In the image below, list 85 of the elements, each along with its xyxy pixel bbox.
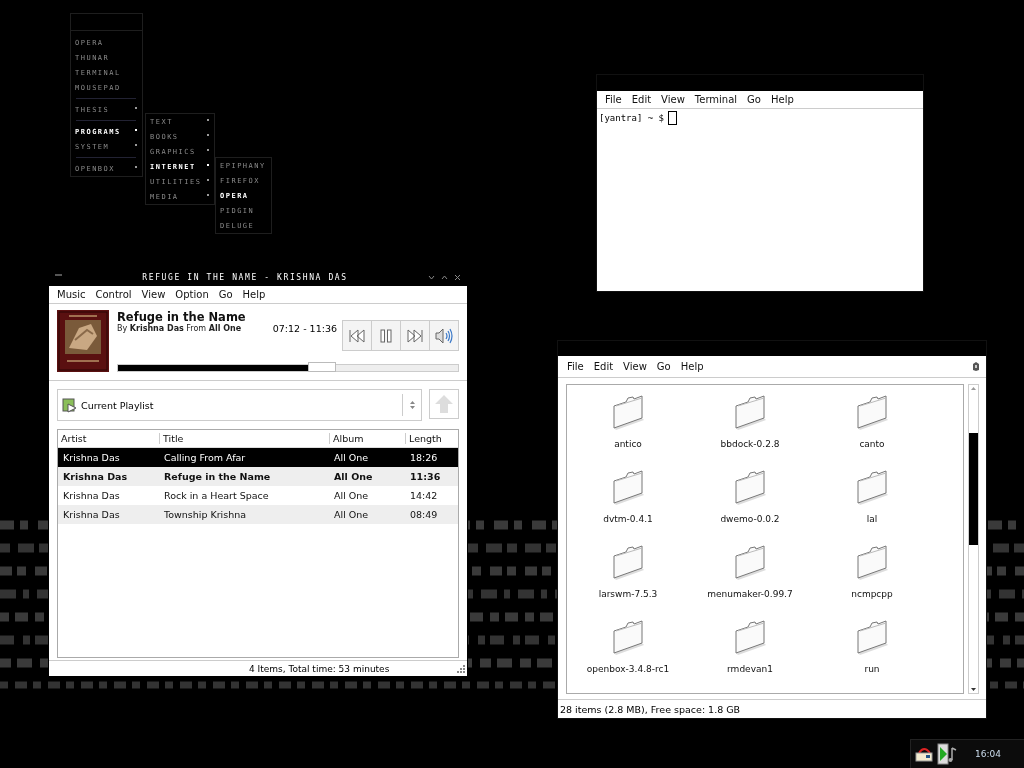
table-cell-text: Krishna Das: [62, 452, 121, 463]
text-cursor: [668, 111, 678, 125]
resize-grip-icon[interactable]: [457, 664, 465, 673]
folder-item[interactable]: canto: [811, 394, 933, 469]
folder-item[interactable]: larswm-7.5.3: [567, 544, 689, 619]
folder-item[interactable]: dwemo-0.0.2: [689, 469, 811, 544]
menu-item[interactable]: Help: [766, 94, 799, 105]
table-cell-text: Krishna Das: [62, 509, 121, 520]
table-cell-text: Calling From Afar: [163, 452, 247, 463]
volume-button[interactable]: [429, 320, 459, 351]
column-header[interactable]: Album: [329, 433, 405, 444]
skip-forward-icon: [406, 328, 424, 343]
menu-item[interactable]: View: [656, 94, 690, 105]
track-byline: By Krishna Das From All One: [117, 324, 243, 333]
folder-item[interactable]: lal: [811, 469, 933, 544]
spinner-arrows-icon: [408, 399, 416, 411]
clock: 16:04: [975, 749, 1001, 759]
table-cell-text: All One: [333, 471, 374, 482]
menu-item[interactable]: Edit: [626, 94, 657, 105]
scrollbar[interactable]: [968, 384, 979, 694]
folder-item[interactable]: bbdock-0.2.8: [689, 394, 811, 469]
menu-item[interactable]: Go: [651, 361, 676, 372]
menu-item[interactable]: Go: [213, 289, 238, 300]
menu-item[interactable]: File: [600, 94, 627, 105]
seek-slider[interactable]: [117, 364, 459, 372]
menu-item[interactable]: View: [136, 289, 171, 300]
table-cell-text: All One: [333, 452, 370, 463]
close-icon[interactable]: [454, 273, 461, 281]
table-cell-text: Township Krishna: [163, 509, 248, 520]
skip-back-icon: [348, 328, 366, 343]
media-player-icon[interactable]: [937, 743, 957, 765]
pause-button[interactable]: [371, 320, 401, 351]
table-row[interactable]: Krishna Das Refuge in the Name All One 11:36: [58, 467, 458, 486]
table-cell-text: 11:36: [409, 471, 442, 482]
track-title: Refuge in the Name: [117, 310, 246, 324]
menu-item[interactable]: View: [618, 361, 652, 372]
menu-item[interactable]: Help: [675, 361, 709, 372]
window-title: REFUGE IN THE NAME - KRISHNA DAS: [141, 272, 349, 282]
table-cell-text: Rock in a Heart Space: [163, 490, 270, 501]
chevron-up-icon[interactable]: [441, 273, 448, 281]
menu-item[interactable]: File: [562, 361, 589, 372]
table-cell-text: Krishna Das: [62, 471, 129, 482]
table-cell-text: Refuge in the Name: [163, 471, 272, 482]
menu-item[interactable]: Control: [90, 289, 137, 300]
table-cell-text: 08:49: [409, 509, 439, 520]
mail-icon[interactable]: [915, 746, 933, 762]
shell-prompt: [yantra] ~ $: [599, 113, 665, 123]
folder-item[interactable]: ncmpcpp: [811, 544, 933, 619]
folder-item[interactable]: rmdevan1: [689, 619, 811, 693]
folder-item[interactable]: openbox-3.4.8-rc1: [567, 619, 689, 693]
status-text: 28 items (2.8 MB), Free space: 1.8 GB: [560, 703, 741, 715]
column-header[interactable]: Length: [405, 433, 458, 444]
column-header[interactable]: Artist: [58, 433, 159, 444]
track-time: 07:12 - 11:36: [272, 323, 337, 334]
menu-item[interactable]: Music: [52, 289, 91, 300]
table-row[interactable]: Krishna Das Township Krishna All One 08:49: [58, 505, 458, 524]
slider-thumb[interactable]: [308, 362, 337, 372]
menu-item[interactable]: Edit: [588, 361, 619, 372]
folder-item[interactable]: dvtm-0.4.1: [567, 469, 689, 544]
folder-item[interactable]: antico: [567, 394, 689, 469]
table-cell-text: All One: [333, 490, 370, 501]
table-cell-text: 14:42: [409, 490, 439, 501]
scroll-up-icon[interactable]: [970, 385, 977, 391]
up-arrow-icon: [433, 393, 455, 415]
menu-item[interactable]: Terminal: [689, 94, 743, 105]
menu-item[interactable]: Option: [170, 289, 214, 300]
chevron-down-icon[interactable]: [428, 273, 435, 281]
folder-item[interactable]: run: [811, 619, 933, 693]
playlist-icon: [62, 397, 77, 413]
scroll-down-icon[interactable]: [970, 687, 977, 693]
previous-button[interactable]: [342, 320, 372, 351]
table-row[interactable]: Krishna Das Rock in a Heart Space All One 14:42: [58, 486, 458, 505]
table-cell-text: 18:26: [409, 452, 439, 463]
menu-item[interactable]: Go: [742, 94, 766, 105]
table-row[interactable]: Krishna Das Calling From Afar All One 18:26: [58, 448, 458, 467]
speaker-icon: [434, 326, 454, 345]
table-cell-text: Krishna Das: [62, 490, 121, 501]
status-text: 4 Items, Total time: 53 minutes: [249, 663, 390, 674]
folder-item[interactable]: menumaker-0.99.7: [689, 544, 811, 619]
playlist-dropdown[interactable]: Current Playlist: [57, 389, 422, 421]
pause-icon: [379, 328, 393, 343]
column-header[interactable]: Title: [159, 433, 329, 444]
table-cell-text: All One: [333, 509, 370, 520]
menu-item[interactable]: Help: [237, 289, 271, 300]
next-button[interactable]: [400, 320, 430, 351]
